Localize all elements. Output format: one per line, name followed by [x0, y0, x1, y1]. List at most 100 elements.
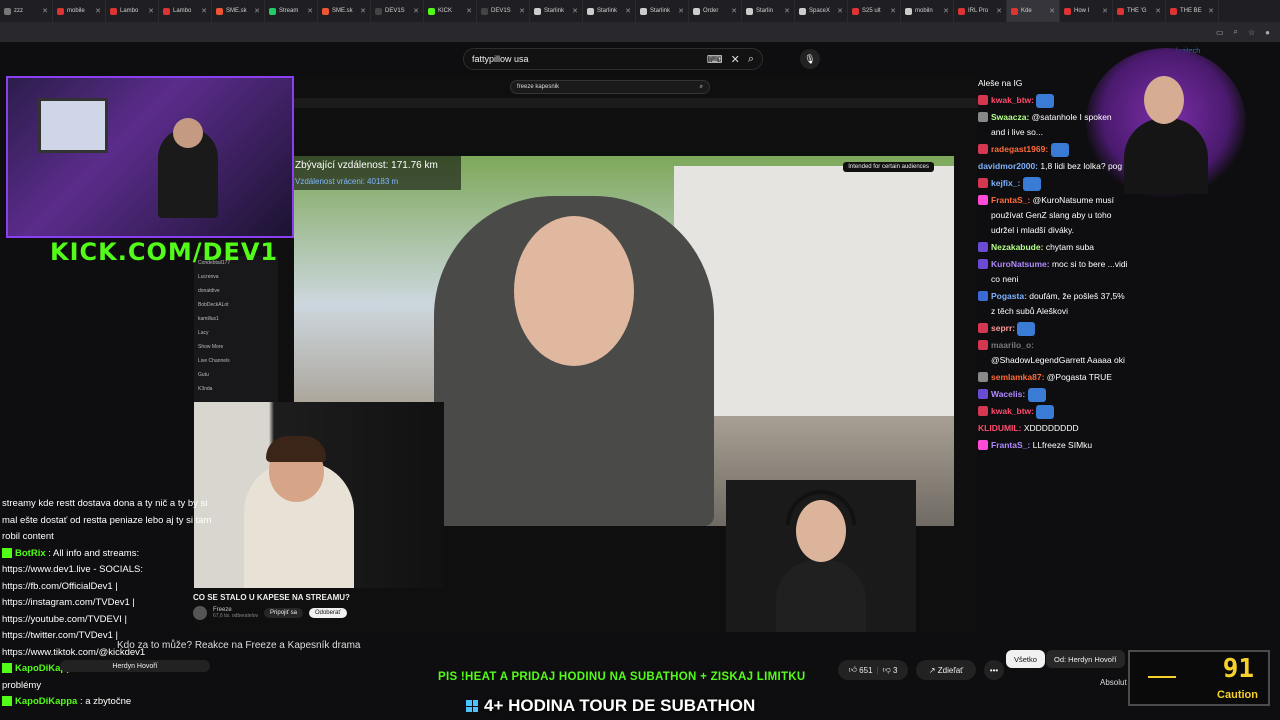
chat-username[interactable]: FrantaS_: [991, 440, 1030, 450]
sidebar-channel-item[interactable]: Gutu [198, 372, 274, 378]
tab-close-icon[interactable]: ✕ [95, 7, 101, 15]
chat-username[interactable]: Nezakabude: [991, 242, 1043, 252]
tab-close-icon[interactable]: ✕ [201, 7, 207, 15]
tab-favicon-icon [269, 7, 276, 15]
browser-tab[interactable]: Stream ✕ [265, 0, 318, 22]
chat-username[interactable]: FrantaS_: [991, 195, 1030, 205]
browser-tab[interactable]: SpaceX ✕ [795, 0, 848, 22]
chat-username[interactable]: semlamka87: [991, 372, 1044, 382]
browser-tab[interactable]: Lambo ✕ [159, 0, 212, 22]
browser-tab[interactable]: Starlink ✕ [636, 0, 689, 22]
like-button[interactable]: 👍︎ 651 | 👎︎ 3 [838, 660, 908, 680]
tab-close-icon[interactable]: ✕ [1208, 7, 1214, 15]
sidebar-channel-item[interactable]: BobDeckALot [198, 302, 274, 308]
keyboard-icon[interactable]: ⌨ [707, 53, 723, 66]
chat-message: Pogasta: doufám, že pošleš 37,5% z těch … [978, 289, 1128, 319]
subscribe-button[interactable]: Odoberať [308, 608, 347, 618]
browser-tab[interactable]: mobile ✕ [53, 0, 106, 22]
chip-from[interactable]: Od: Herdyn Hovoří [1046, 650, 1125, 668]
profile-icon[interactable]: ● [1265, 28, 1270, 37]
sidebar-channel-item[interactable]: Lacy [198, 330, 274, 336]
zoom-icon[interactable]: ⌕ [1234, 27, 1238, 37]
clear-icon[interactable]: ✕ [731, 53, 740, 66]
tab-close-icon[interactable]: ✕ [625, 7, 631, 15]
reactor-webcam [194, 402, 444, 588]
tab-close-icon[interactable]: ✕ [42, 7, 48, 15]
share-button[interactable]: ↗ Zdieľať [916, 660, 976, 680]
youtube-search-bar[interactable]: fattypillow usa ⌨ ✕ ⌕ [463, 48, 763, 70]
browser-tab[interactable]: IRL Pro ✕ [954, 0, 1007, 22]
tab-close-icon[interactable]: ✕ [996, 7, 1002, 15]
sidebar-channel-item[interactable]: Lucrenva [198, 274, 274, 280]
tab-close-icon[interactable]: ✕ [466, 7, 472, 15]
tab-close-icon[interactable]: ✕ [360, 7, 366, 15]
browser-tab[interactable]: How I ✕ [1060, 0, 1113, 22]
herdyn-label: Herdyn Hovoří [112, 662, 158, 670]
chat-username[interactable]: seprr: [991, 323, 1015, 333]
cast-icon[interactable]: ▭ [1216, 28, 1224, 37]
browser-tab[interactable]: Starlink ✕ [583, 0, 636, 22]
chat-username[interactable]: Swaacza: [991, 112, 1029, 122]
tab-close-icon[interactable]: ✕ [519, 7, 525, 15]
browser-tab[interactable]: THE BE ✕ [1166, 0, 1219, 22]
chat-username[interactable]: kwak_btw: [991, 406, 1034, 416]
chat-username[interactable]: radegast1969: [991, 144, 1048, 154]
chat-username[interactable]: Pogasta: [991, 291, 1027, 301]
tab-close-icon[interactable]: ✕ [784, 7, 790, 15]
browser-tab[interactable]: mobiln ✕ [901, 0, 954, 22]
tab-close-icon[interactable]: ✕ [943, 7, 949, 15]
tab-close-icon[interactable]: ✕ [890, 7, 896, 15]
chat-username[interactable]: KuroNatsume: [991, 259, 1050, 269]
browser-tab[interactable]: DEV1S ✕ [477, 0, 530, 22]
inner-search-icon[interactable]: ⌕ [700, 84, 703, 91]
sidebar-channel-item[interactable]: donatdive [198, 288, 274, 294]
chat-username[interactable]: Wacelis: [991, 389, 1025, 399]
browser-tab[interactable]: Order ✕ [689, 0, 742, 22]
browser-tab[interactable]: SME.sk ✕ [212, 0, 265, 22]
browser-tab[interactable]: Kde ✕ [1007, 0, 1060, 22]
chat-username[interactable]: davidmor2000: [978, 161, 1038, 171]
chat-username[interactable]: kejfix_: [991, 178, 1020, 188]
chip-all[interactable]: Všetko [1006, 650, 1045, 668]
tab-label: THE 'G [1127, 8, 1147, 14]
inner-search-input[interactable]: freeze kapesnik [517, 84, 559, 90]
bookmark-icon[interactable]: ☆ [1248, 28, 1255, 37]
herdyn-pill[interactable]: Herdyn Hovoří [60, 660, 210, 672]
browser-tab[interactable]: Starlink ✕ [530, 0, 583, 22]
tab-close-icon[interactable]: ✕ [413, 7, 419, 15]
tab-close-icon[interactable]: ✕ [254, 7, 260, 15]
browser-tab[interactable]: zzz ✕ [0, 0, 53, 22]
more-button[interactable]: ••• [984, 660, 1004, 680]
browser-tab[interactable]: S25 ult ✕ [848, 0, 901, 22]
voice-search-icon[interactable]: 🎙 [800, 49, 820, 69]
search-input[interactable]: fattypillow usa [472, 54, 529, 64]
tab-close-icon[interactable]: ✕ [307, 7, 313, 15]
browser-tab[interactable]: DEV1S ✕ [371, 0, 424, 22]
related-video-title[interactable]: Absolut [1100, 678, 1127, 687]
browser-tab[interactable]: Starlin ✕ [742, 0, 795, 22]
tab-close-icon[interactable]: ✕ [731, 7, 737, 15]
inner-search-bar[interactable]: freeze kapesnik ⌕ [510, 80, 710, 94]
join-button[interactable]: Pripojiť sa [264, 608, 303, 618]
chat-username[interactable]: KLIDUMIL: [978, 423, 1021, 433]
browser-tab[interactable]: THE 'G ✕ [1113, 0, 1166, 22]
sidebar-channel-item[interactable]: K3nda [198, 386, 274, 392]
tab-close-icon[interactable]: ✕ [1102, 7, 1108, 15]
chat-username[interactable]: BotRix [15, 548, 46, 559]
sidebar-channel-item[interactable]: kamillus1 [198, 316, 274, 322]
sidebar-channel-item[interactable]: Live Channels [198, 358, 274, 364]
tab-close-icon[interactable]: ✕ [572, 7, 578, 15]
chat-username[interactable]: kwak_btw: [991, 95, 1034, 105]
browser-tab[interactable]: SME.sk ✕ [318, 0, 371, 22]
browser-tab[interactable]: KICK ✕ [424, 0, 477, 22]
tab-close-icon[interactable]: ✕ [148, 7, 154, 15]
tab-close-icon[interactable]: ✕ [1049, 7, 1055, 15]
chat-username[interactable]: maarilo_o: [991, 340, 1034, 350]
sidebar-channel-item[interactable]: Show More [198, 344, 274, 350]
search-icon[interactable]: ⌕ [748, 53, 754, 66]
tab-close-icon[interactable]: ✕ [1155, 7, 1161, 15]
browser-tab[interactable]: Lambo ✕ [106, 0, 159, 22]
tab-close-icon[interactable]: ✕ [837, 7, 843, 15]
tab-close-icon[interactable]: ✕ [678, 7, 684, 15]
chat-username[interactable]: KapoDiKappa [15, 696, 77, 707]
